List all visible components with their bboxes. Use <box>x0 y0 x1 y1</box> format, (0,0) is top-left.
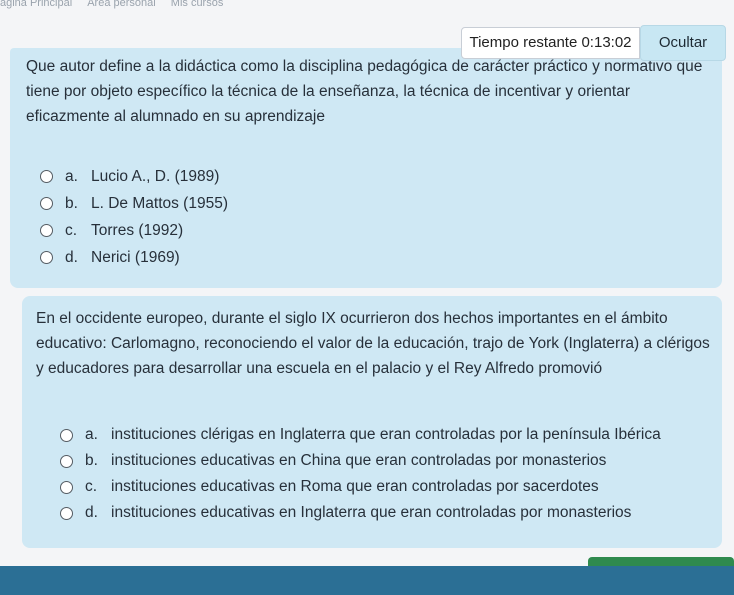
option-label: L. De Mattos (1955) <box>91 194 228 212</box>
time-remaining: Tiempo restante 0:13:02 <box>461 27 640 59</box>
option-letter: c. <box>85 478 98 495</box>
radio-button[interactable] <box>40 197 53 210</box>
option-letter: b. <box>65 194 78 212</box>
option-b[interactable]: b. L. De Mattos (1955) <box>40 190 228 217</box>
answer-options: a. instituciones clérigas en Inglaterra … <box>60 422 661 526</box>
breadcrumb-item-personal-area[interactable]: Área personal <box>87 0 156 9</box>
question-text: En el occidente europeo, durante el sigl… <box>36 310 710 377</box>
option-c[interactable]: c. instituciones educativas en Roma que … <box>60 474 661 500</box>
option-label: instituciones educativas en Inglaterra q… <box>111 504 632 521</box>
option-label: instituciones educativas en Roma que era… <box>111 478 599 495</box>
radio-button[interactable] <box>60 428 73 442</box>
page-footer <box>0 566 734 595</box>
option-letter: d. <box>85 504 98 521</box>
option-letter: c. <box>65 221 78 239</box>
breadcrumb-item-my-courses[interactable]: Mis cursos <box>171 0 224 9</box>
answer-options: a. Lucio A., D. (1989) b. L. De Mattos (… <box>40 163 228 271</box>
time-remaining-label: Tiempo restante <box>469 34 578 51</box>
question-card-2: En el occidente europeo, durante el sigl… <box>22 296 722 548</box>
option-label: instituciones clérigas en Inglaterra que… <box>111 426 661 443</box>
option-c[interactable]: c. Torres (1992) <box>40 217 228 244</box>
option-b[interactable]: b. instituciones educativas en China que… <box>60 448 661 474</box>
option-a[interactable]: a. instituciones clérigas en Inglaterra … <box>60 422 661 448</box>
option-letter: d. <box>65 248 78 266</box>
radio-button[interactable] <box>40 224 53 237</box>
option-a[interactable]: a. Lucio A., D. (1989) <box>40 163 228 190</box>
option-label: Lucio A., D. (1989) <box>91 167 220 185</box>
radio-button[interactable] <box>60 480 73 494</box>
question-text: Que autor define a la didáctica como la … <box>26 58 703 125</box>
radio-button[interactable] <box>60 454 73 468</box>
breadcrumb-item-home[interactable]: ágina Principal <box>0 0 72 9</box>
option-label: Nerici (1969) <box>91 248 180 266</box>
option-letter: a. <box>85 426 98 443</box>
question-card-1: Que autor define a la didáctica como la … <box>10 48 722 288</box>
radio-button[interactable] <box>60 506 73 520</box>
time-remaining-value: 0:13:02 <box>581 34 632 51</box>
option-letter: b. <box>85 452 98 469</box>
option-d[interactable]: d. Nerici (1969) <box>40 244 228 271</box>
option-d[interactable]: d. instituciones educativas en Inglaterr… <box>60 500 661 526</box>
option-label: instituciones educativas en China que er… <box>111 452 607 469</box>
radio-button[interactable] <box>40 170 53 183</box>
radio-button[interactable] <box>40 251 53 264</box>
hide-timer-button[interactable]: Ocultar <box>640 25 726 61</box>
option-label: Torres (1992) <box>91 221 184 239</box>
option-letter: a. <box>65 167 78 185</box>
breadcrumb: ágina Principal Área personal Mis cursos <box>0 0 734 12</box>
